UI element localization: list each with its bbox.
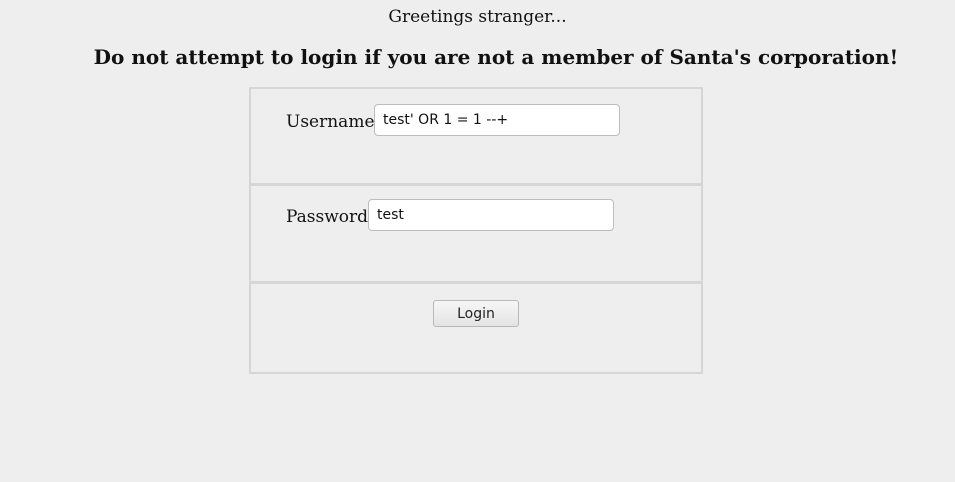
- password-section: Password: [249, 184, 703, 283]
- username-section: Username: [249, 87, 703, 185]
- page-title: Do not attempt to login if you are not a…: [93, 45, 899, 69]
- password-label: Password: [286, 207, 369, 227]
- login-section: Login: [249, 282, 703, 374]
- login-button[interactable]: Login: [433, 300, 519, 327]
- password-input[interactable]: [368, 199, 614, 231]
- greeting-text: Greetings stranger...: [388, 7, 567, 27]
- username-input[interactable]: [374, 104, 620, 136]
- username-label: Username: [286, 112, 375, 132]
